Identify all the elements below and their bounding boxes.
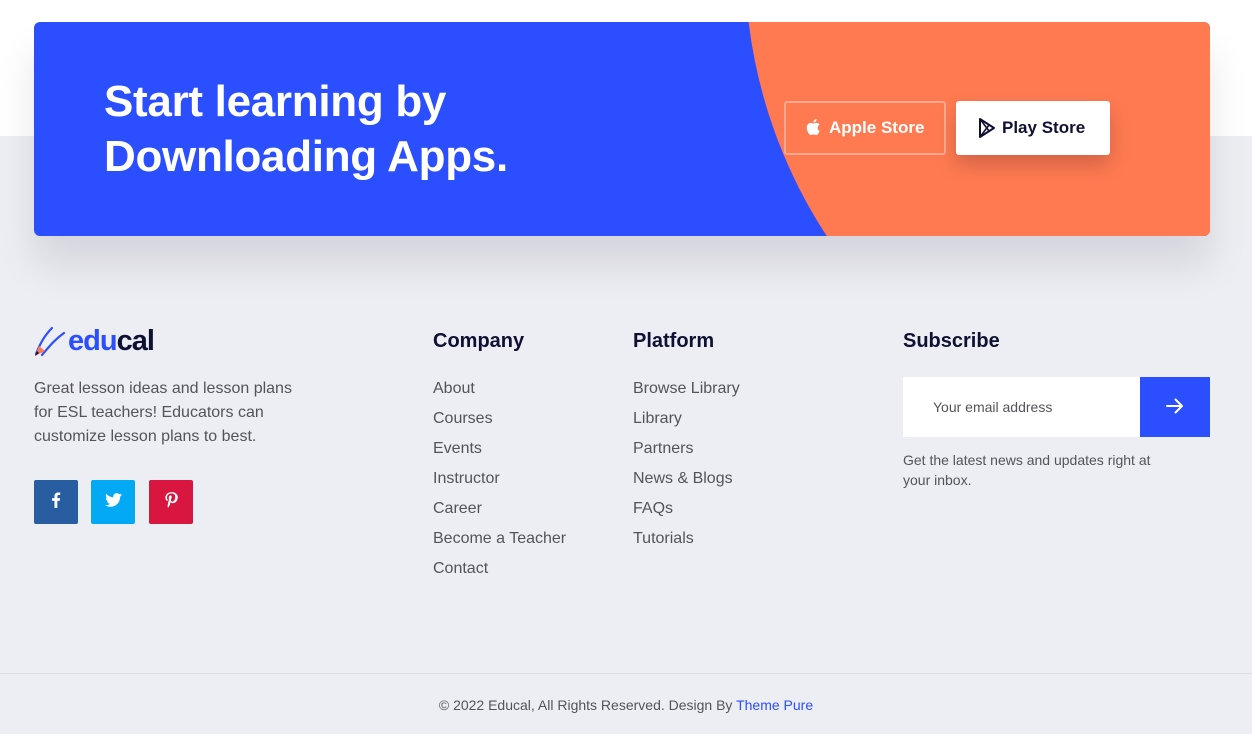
copyright-text: © 2022 Educal, All Rights Reserved. Desi… xyxy=(0,697,1252,713)
platform-link-faqs[interactable]: FAQs xyxy=(633,497,740,527)
footer-bottom: © 2022 Educal, All Rights Reserved. Desi… xyxy=(0,673,1252,734)
email-input[interactable] xyxy=(903,377,1140,437)
play-store-icon xyxy=(978,118,996,138)
app-download-banner: Start learning by Downloading Apps. Appl… xyxy=(34,22,1210,236)
company-heading: Company xyxy=(433,330,525,352)
company-link-contact[interactable]: Contact xyxy=(433,557,566,587)
subscribe-note: Get the latest news and updates right at… xyxy=(903,452,1151,488)
banner-title-line1: Start learning by xyxy=(104,77,447,126)
educal-logo[interactable]: educal xyxy=(34,324,155,358)
logo-wordmark: educal xyxy=(68,324,155,358)
facebook-button[interactable] xyxy=(34,480,78,524)
logo-cal: cal xyxy=(116,324,155,357)
twitter-icon xyxy=(104,492,122,512)
platform-link-partners[interactable]: Partners xyxy=(633,437,740,467)
facebook-icon xyxy=(50,491,62,513)
arrow-right-icon xyxy=(1166,398,1184,417)
platform-links: Browse Library Library Partners News & B… xyxy=(633,377,740,557)
platform-link-library[interactable]: Library xyxy=(633,407,740,437)
company-links: About Courses Events Instructor Career B… xyxy=(433,377,566,587)
company-link-become-teacher[interactable]: Become a Teacher xyxy=(433,527,566,557)
pinterest-button[interactable] xyxy=(149,480,193,524)
company-link-about[interactable]: About xyxy=(433,377,566,407)
platform-link-news-blogs[interactable]: News & Blogs xyxy=(633,467,740,497)
subscribe-form xyxy=(903,377,1210,437)
subscribe-heading: Subscribe xyxy=(903,330,1000,352)
platform-link-tutorials[interactable]: Tutorials xyxy=(633,527,740,557)
company-link-courses[interactable]: Courses xyxy=(433,407,566,437)
banner-title: Start learning by Downloading Apps. xyxy=(104,74,624,184)
company-link-instructor[interactable]: Instructor xyxy=(433,467,566,497)
pinterest-icon xyxy=(164,491,178,513)
logo-edu: edu xyxy=(68,324,118,357)
twitter-button[interactable] xyxy=(91,480,135,524)
apple-icon xyxy=(805,118,823,138)
copyright-label: © 2022 Educal, All Rights Reserved. Desi… xyxy=(438,697,733,713)
brand-description: Great lesson ideas and lesson plans for … xyxy=(34,380,292,445)
platform-heading: Platform xyxy=(633,330,715,352)
subscribe-button[interactable] xyxy=(1140,377,1210,437)
apple-store-button[interactable]: Apple Store xyxy=(784,101,946,155)
banner-title-line2: Downloading Apps. xyxy=(104,132,508,181)
platform-link-browse-library[interactable]: Browse Library xyxy=(633,377,740,407)
play-store-label: Play Store xyxy=(1002,118,1086,137)
company-link-events[interactable]: Events xyxy=(433,437,566,467)
pencil-logo-icon xyxy=(34,324,66,358)
company-link-career[interactable]: Career xyxy=(433,497,566,527)
theme-pure-link[interactable]: Theme Pure xyxy=(736,697,813,713)
play-store-button[interactable]: Play Store xyxy=(956,101,1110,155)
apple-store-label: Apple Store xyxy=(829,118,925,137)
